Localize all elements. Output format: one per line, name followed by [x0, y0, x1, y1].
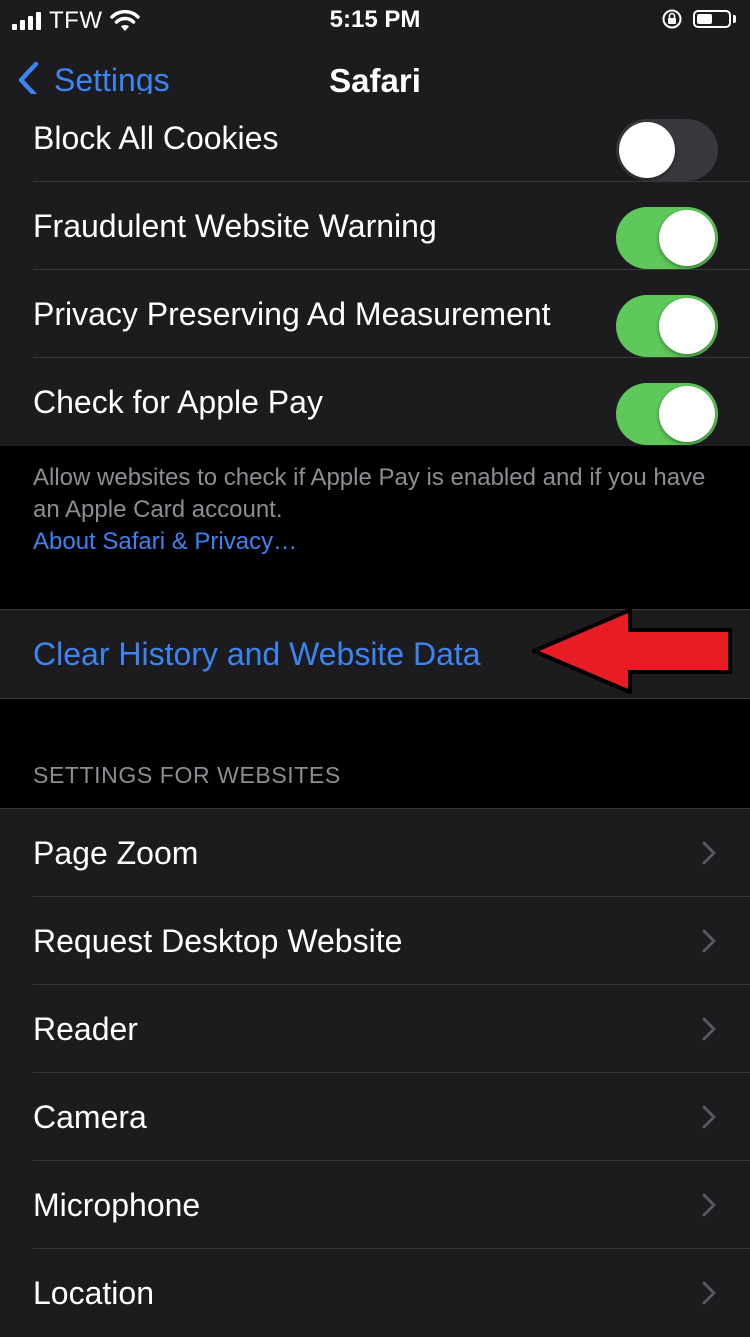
- chevron-right-icon: [702, 841, 716, 865]
- row-label: Request Desktop Website: [33, 923, 403, 959]
- privacy-group: Block All Cookies Fraudulent Website War…: [0, 94, 750, 446]
- row-label: Location: [33, 1275, 154, 1311]
- row-label: Page Zoom: [33, 835, 199, 871]
- toggle-knob: [659, 298, 715, 354]
- fraudulent-warning-toggle[interactable]: [616, 207, 718, 269]
- battery-icon: [693, 10, 736, 28]
- row-label: Privacy Preserving Ad Measurement: [33, 296, 551, 332]
- block-cookies-toggle[interactable]: [616, 119, 718, 181]
- row-location[interactable]: Location: [0, 1249, 750, 1337]
- status-right: [661, 8, 736, 30]
- chevron-right-icon: [702, 1105, 716, 1129]
- row-fraudulent-website-warning: Fraudulent Website Warning: [0, 182, 750, 270]
- row-label: Block All Cookies: [33, 120, 279, 156]
- row-reader[interactable]: Reader: [0, 985, 750, 1073]
- status-bar: TFW 5:15 PM: [0, 0, 750, 40]
- toggle-knob: [659, 210, 715, 266]
- row-label: Check for Apple Pay: [33, 384, 323, 420]
- section-header-settings-for-websites: SETTINGS FOR WEBSITES: [33, 762, 341, 788]
- privacy-footer-text: Allow websites to check if Apple Pay is …: [33, 464, 706, 523]
- row-request-desktop-website[interactable]: Request Desktop Website: [0, 897, 750, 985]
- ad-measurement-toggle[interactable]: [616, 295, 718, 357]
- about-safari-privacy-link[interactable]: About Safari & Privacy…: [33, 526, 713, 558]
- row-check-apple-pay: Check for Apple Pay: [0, 358, 750, 446]
- privacy-footer: Allow websites to check if Apple Pay is …: [33, 462, 713, 558]
- row-privacy-ad-measurement: Privacy Preserving Ad Measurement: [0, 270, 750, 358]
- chevron-right-icon: [702, 929, 716, 953]
- chevron-right-icon: [702, 1281, 716, 1305]
- toggle-knob: [619, 122, 675, 178]
- row-label: Reader: [33, 1011, 138, 1047]
- row-label: Camera: [33, 1099, 147, 1135]
- row-label: Fraudulent Website Warning: [33, 208, 437, 244]
- clear-history-label: Clear History and Website Data: [33, 636, 481, 672]
- chevron-right-icon: [702, 1017, 716, 1041]
- websites-group: Page Zoom Request Desktop Website Reader…: [0, 808, 750, 1337]
- apple-pay-toggle[interactable]: [616, 383, 718, 445]
- row-page-zoom[interactable]: Page Zoom: [0, 809, 750, 897]
- red-arrow-annotation: [532, 608, 732, 694]
- chevron-right-icon: [702, 1193, 716, 1217]
- row-block-all-cookies: Block All Cookies: [0, 94, 750, 182]
- row-label: Microphone: [33, 1187, 201, 1223]
- row-camera[interactable]: Camera: [0, 1073, 750, 1161]
- row-microphone[interactable]: Microphone: [0, 1161, 750, 1249]
- rotation-lock-icon: [662, 9, 682, 29]
- status-time: 5:15 PM: [329, 6, 421, 33]
- toggle-knob: [659, 386, 715, 442]
